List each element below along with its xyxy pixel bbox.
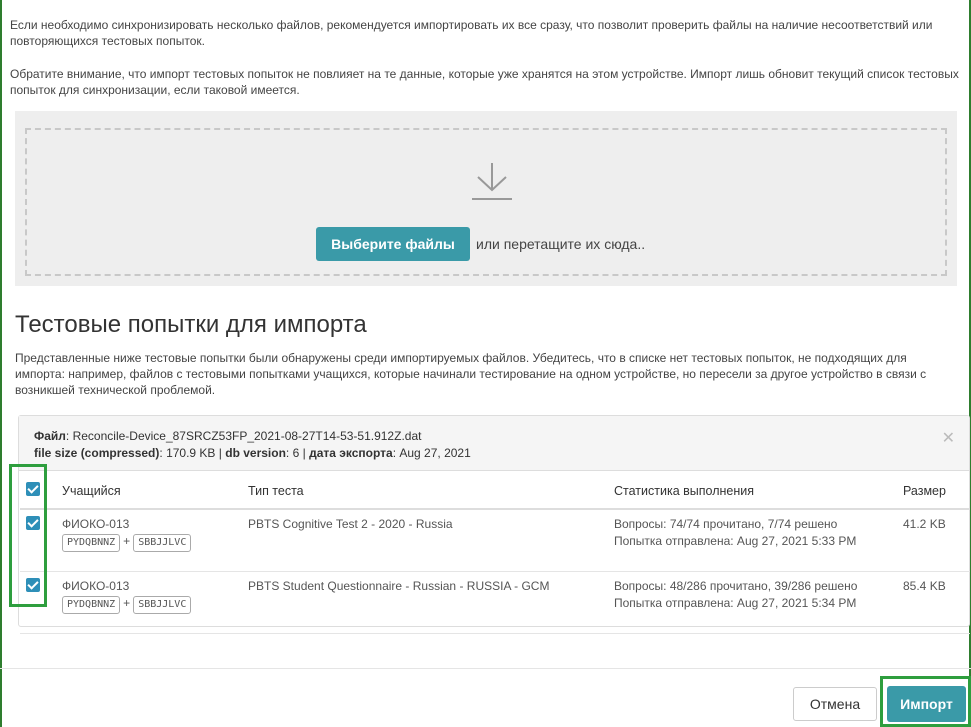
size-value: 170.9 KB [166, 446, 216, 460]
student-tag: PYDQBNNZ [62, 595, 121, 614]
date-value: Aug 27, 2021 [399, 446, 471, 460]
drop-hint-text: или перетащите их сюда.. [476, 236, 646, 252]
choose-files-button[interactable]: Выберите файлы [316, 227, 470, 261]
student-name: ФИОКО-013 [62, 517, 130, 531]
file-card: Файл: Reconcile-Device_87SRCZ53FP_2021-0… [18, 415, 970, 634]
test-type-cell: PBTS Cognitive Test 2 - 2020 - Russia [242, 509, 608, 572]
section-title: Тестовые попытки для импорта [15, 311, 367, 338]
footer-divider [0, 668, 971, 669]
file-label: Файл [34, 429, 66, 443]
db-label: db version [225, 446, 286, 460]
import-button[interactable]: Импорт [887, 686, 966, 722]
plus-sign: + [123, 534, 131, 548]
stats-cell: Вопросы: 48/286 прочитано, 39/286 решено… [608, 571, 897, 634]
size-cell: 41.2 KB [897, 509, 970, 572]
cancel-button[interactable]: Отмена [793, 687, 877, 721]
header-test-type[interactable]: Тип теста [242, 473, 608, 510]
stats-line: Вопросы: 48/286 прочитано, 39/286 решено [614, 578, 858, 593]
intro-paragraph-1: Если необходимо синхронизировать несколь… [10, 18, 933, 48]
plus-sign: + [123, 595, 131, 610]
test-type-cell: PBTS Student Questionnaire - Russian - R… [242, 571, 608, 634]
size-cell: 85.4 KB [897, 571, 970, 634]
header-size[interactable]: Размер [897, 473, 970, 510]
checkbox-highlight [9, 464, 47, 607]
close-icon[interactable]: ✕ [942, 428, 955, 448]
dropzone-border [25, 128, 947, 276]
student-cell: ФИОКО-013 PYDQBNNZ + SBBJJLVC [56, 571, 242, 634]
student-tag: PYDQBNNZ [62, 534, 121, 552]
table-row: ФИОКО-013 PYDQBNNZ + SBBJJLVC PBTS Student… [20, 571, 970, 634]
header-stats[interactable]: Статистика выполнения [608, 473, 897, 510]
student-cell: ФИОКО-013 PYDQBNNZ + SBBJJLVC [56, 509, 242, 572]
download-arrow-icon [472, 163, 512, 200]
file-name: Reconcile-Device_87SRCZ53FP_2021-08-27T1… [72, 429, 422, 443]
db-value: 6 [292, 446, 300, 460]
student-name: ФИОКО-013 [62, 578, 130, 593]
stats-line: Вопросы: 74/74 прочитано, 7/74 решено [614, 517, 838, 531]
file-meta-line: file size (compressed): 170.9 KB | db ve… [34, 446, 471, 460]
size-label: file size (compressed) [34, 446, 160, 460]
submitted-line: Попытка отправлена: Aug 27, 2021 5:33 PM [614, 534, 857, 548]
student-tag: SBBJJLVC [133, 534, 192, 552]
table-header-row: Учащийся Тип теста Статистика выполнения… [20, 473, 970, 510]
file-name-line: Файл: Reconcile-Device_87SRCZ53FP_2021-0… [34, 429, 422, 443]
submitted-line: Попытка отправлена: Aug 27, 2021 5:34 PM [614, 595, 857, 610]
stats-cell: Вопросы: 74/74 прочитано, 7/74 решено По… [608, 509, 897, 572]
section-description: Представленные ниже тестовые попытки был… [15, 351, 927, 397]
header-student[interactable]: Учащийся [56, 473, 242, 510]
intro-paragraph-2: Обратите внимание, что импорт тестовых п… [10, 67, 959, 97]
file-card-header: Файл: Reconcile-Device_87SRCZ53FP_2021-0… [19, 416, 969, 471]
student-tag: SBBJJLVC [133, 595, 192, 614]
date-label: дата экспорта [309, 446, 393, 460]
attempts-table: Учащийся Тип теста Статистика выполнения… [20, 473, 970, 634]
table-row: ФИОКО-013 PYDQBNNZ + SBBJJLVC PBTS Cogniti… [20, 509, 970, 572]
